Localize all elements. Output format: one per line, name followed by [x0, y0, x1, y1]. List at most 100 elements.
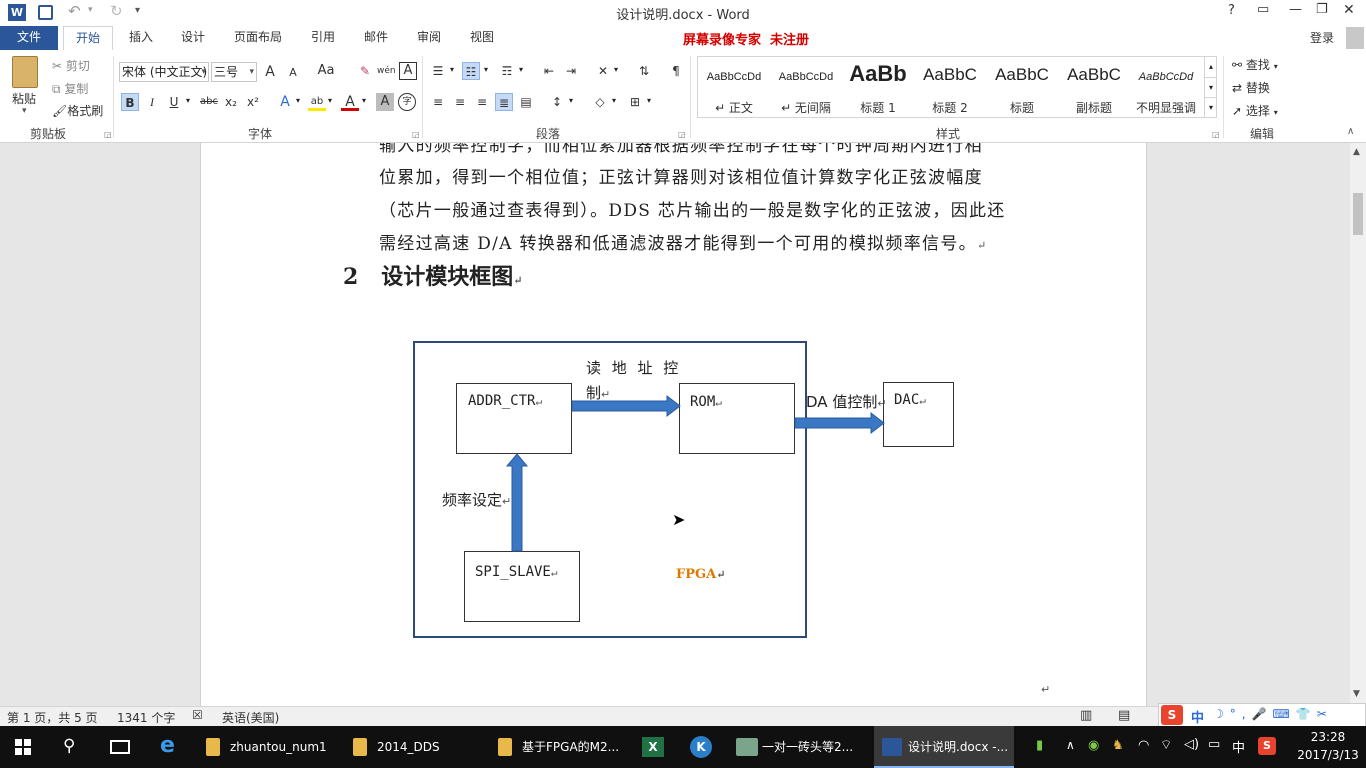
- replace-button[interactable]: ⇄ 替换: [1232, 79, 1270, 96]
- collapse-ribbon-icon[interactable]: ∧: [1347, 126, 1354, 137]
- style-item[interactable]: AaBbC 标题 2: [914, 57, 986, 117]
- gallery-scroll-up-icon[interactable]: ▴: [1204, 57, 1217, 77]
- line-spacing-dropdown-icon[interactable]: ▾: [569, 96, 573, 105]
- align-center-icon[interactable]: ≡: [451, 93, 469, 111]
- find-button[interactable]: ⚯ 查找 ▾: [1232, 56, 1278, 73]
- redo-icon[interactable]: ↻: [110, 2, 123, 20]
- numbering-dropdown-icon[interactable]: ▾: [484, 65, 488, 74]
- usb-icon[interactable]: ▮: [1036, 738, 1043, 753]
- strikethrough-button[interactable]: abc: [198, 93, 220, 111]
- style-item[interactable]: AaBb 标题 1: [842, 57, 914, 117]
- minimize-button[interactable]: —: [1289, 2, 1302, 17]
- print-layout-icon[interactable]: ▤: [1118, 708, 1130, 723]
- undo-dropdown-icon[interactable]: ▾: [88, 5, 93, 15]
- font-size-select[interactable]: 三号: [211, 62, 257, 82]
- style-item[interactable]: AaBbCcDd ↵ 正文: [698, 57, 770, 117]
- font-color-icon[interactable]: A: [341, 93, 359, 111]
- tab-review[interactable]: 审阅: [408, 26, 450, 50]
- tray-expand-icon[interactable]: ∧: [1066, 738, 1075, 752]
- excel-icon[interactable]: X: [642, 737, 664, 757]
- phonetic-guide-icon[interactable]: wén: [377, 62, 396, 80]
- document-page[interactable]: 输入的频率控制字，而相位累加器根据频率控制字在每个时钟周期内进行相 位累加，得到…: [200, 143, 1147, 706]
- tab-insert[interactable]: 插入: [120, 26, 162, 50]
- language-status[interactable]: 英语(美国): [222, 709, 279, 726]
- tray-app-icon[interactable]: ◉: [1088, 738, 1099, 753]
- shading-dropdown-icon[interactable]: ▾: [612, 96, 616, 105]
- proofing-icon[interactable]: ☒: [192, 708, 203, 722]
- search-icon[interactable]: ⚲: [63, 736, 75, 756]
- help-button[interactable]: ?: [1228, 3, 1235, 18]
- font-launcher-icon[interactable]: ◲: [412, 130, 420, 139]
- char-shading-icon[interactable]: A: [376, 93, 394, 111]
- maximize-button[interactable]: ❐: [1316, 2, 1328, 17]
- show-marks-icon[interactable]: ¶: [667, 62, 685, 80]
- tab-references[interactable]: 引用: [302, 26, 344, 50]
- read-mode-icon[interactable]: ▥: [1080, 708, 1092, 723]
- scroll-thumb[interactable]: [1353, 193, 1363, 235]
- text-effects-dropdown-icon[interactable]: ▾: [296, 96, 300, 105]
- taskbar-item-video[interactable]: 一对一砖头等2...: [728, 726, 868, 768]
- superscript-button[interactable]: x²: [244, 93, 262, 111]
- word-app-icon[interactable]: W: [8, 4, 26, 21]
- decrease-indent-icon[interactable]: ⇤: [540, 62, 558, 80]
- tab-view[interactable]: 视图: [461, 26, 503, 50]
- justify-icon[interactable]: ≣: [495, 93, 513, 111]
- tab-design[interactable]: 设计: [172, 26, 214, 50]
- underline-button[interactable]: U: [165, 93, 183, 111]
- bullets-icon[interactable]: ☰: [429, 62, 447, 80]
- distribute-icon[interactable]: ▤: [517, 93, 535, 111]
- font-name-select[interactable]: 宋体 (中文正文): [119, 62, 209, 82]
- scroll-up-icon[interactable]: ▲: [1353, 147, 1360, 157]
- qat-customize-icon[interactable]: ▾: [135, 5, 140, 16]
- tray-app2-icon[interactable]: ♞: [1112, 738, 1124, 753]
- multilevel-list-icon[interactable]: ☶: [498, 62, 516, 80]
- tab-mailings[interactable]: 邮件: [355, 26, 397, 50]
- ime-mode-label[interactable]: 中: [1191, 707, 1204, 726]
- edge-icon[interactable]: e: [160, 733, 175, 758]
- style-item[interactable]: AaBbC 标题: [986, 57, 1058, 117]
- multilevel-dropdown-icon[interactable]: ▾: [519, 65, 523, 74]
- select-button[interactable]: ➚ 选择 ▾: [1232, 102, 1278, 119]
- numbering-icon[interactable]: ☷: [462, 62, 480, 80]
- subscript-button[interactable]: x₂: [222, 93, 240, 111]
- task-view-icon[interactable]: [110, 740, 130, 754]
- copy-button[interactable]: ⧉ 复制: [52, 80, 88, 97]
- shrink-font-icon[interactable]: A: [284, 64, 302, 82]
- enclose-char-icon[interactable]: 字: [398, 93, 416, 111]
- network-icon[interactable]: ◠: [1138, 738, 1149, 753]
- undo-icon[interactable]: ↶: [68, 2, 81, 20]
- chinese-layout-icon[interactable]: ✕: [594, 62, 612, 80]
- highlight-icon[interactable]: ab: [308, 93, 326, 111]
- word-count[interactable]: 1341 个字: [117, 709, 175, 726]
- avatar[interactable]: [1346, 27, 1364, 49]
- style-item[interactable]: AaBbCcDd ↵ 无间隔: [770, 57, 842, 117]
- text-effects-icon[interactable]: A: [276, 93, 294, 111]
- taskbar-item-word[interactable]: 设计说明.docx -...: [874, 726, 1014, 768]
- clipboard-launcher-icon[interactable]: ◲: [104, 130, 112, 139]
- gallery-more-icon[interactable]: ▾: [1204, 97, 1217, 118]
- sogou-tray-icon[interactable]: S: [1258, 737, 1276, 755]
- italic-button[interactable]: I: [143, 93, 161, 111]
- style-item[interactable]: AaBbCcDd 不明显强调: [1130, 57, 1202, 117]
- bullets-dropdown-icon[interactable]: ▾: [450, 65, 454, 74]
- login-link[interactable]: 登录: [1310, 29, 1334, 46]
- scroll-down-icon[interactable]: ▼: [1353, 689, 1360, 699]
- increase-indent-icon[interactable]: ⇥: [562, 62, 580, 80]
- paragraph-shading-icon[interactable]: ◇: [591, 93, 609, 111]
- borders-dropdown-icon[interactable]: ▾: [647, 96, 651, 105]
- ime-indicator[interactable]: 中: [1232, 737, 1245, 756]
- change-case-icon[interactable]: Aa: [312, 62, 340, 80]
- cut-button[interactable]: ✂ 剪切: [52, 57, 90, 74]
- paragraph-launcher-icon[interactable]: ◲: [678, 130, 686, 139]
- format-painter-button[interactable]: 🖌格式刷: [52, 102, 103, 119]
- ime-tools-icons[interactable]: ☽°,🎤⌨👕✂: [1213, 707, 1333, 721]
- tab-home[interactable]: 开始: [63, 26, 113, 51]
- borders-icon[interactable]: ⊞: [626, 93, 644, 111]
- underline-dropdown-icon[interactable]: ▾: [186, 96, 190, 105]
- grow-font-icon[interactable]: A: [261, 63, 279, 81]
- clear-format-icon[interactable]: ✎: [356, 62, 374, 80]
- save-icon[interactable]: [38, 5, 53, 20]
- ribbon-display-button[interactable]: ▭: [1257, 2, 1269, 17]
- styles-launcher-icon[interactable]: ◲: [1212, 130, 1220, 139]
- taskbar-item-fpga[interactable]: 基于FPGA的M2...: [490, 726, 630, 768]
